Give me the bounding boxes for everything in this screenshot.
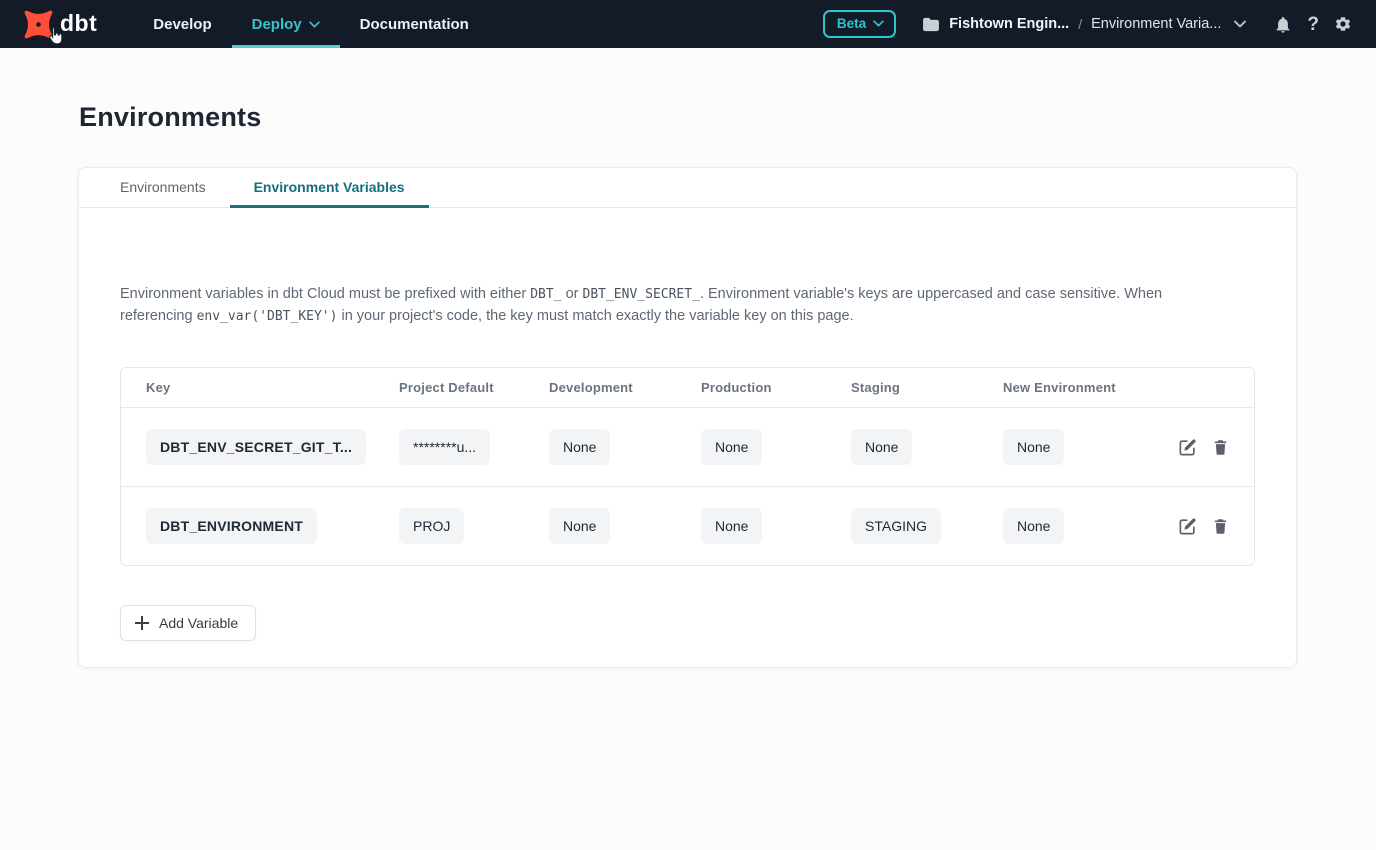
- edit-icon: [1178, 438, 1197, 457]
- settings-button[interactable]: [1334, 15, 1352, 33]
- environments-card: Environments Environment Variables Envir…: [78, 167, 1297, 668]
- tab-environments[interactable]: Environments: [96, 168, 230, 208]
- var-staging-pill: None: [851, 429, 912, 465]
- nav-item-deploy[interactable]: Deploy: [232, 0, 340, 48]
- row-actions: [1178, 517, 1229, 536]
- code-dbt-prefix: DBT_: [530, 287, 561, 302]
- question-icon: ?: [1307, 15, 1319, 34]
- edit-variable-button[interactable]: [1178, 517, 1197, 536]
- row-actions: [1178, 438, 1229, 457]
- trash-icon: [1212, 517, 1229, 535]
- col-header-production: Production: [701, 380, 851, 395]
- tabbar: Environments Environment Variables: [79, 168, 1296, 208]
- code-dbt-env-secret-prefix: DBT_ENV_SECRET_: [583, 287, 700, 302]
- nav-item-label: Develop: [153, 16, 211, 33]
- navbar-icons: ?: [1274, 15, 1352, 34]
- add-variable-label: Add Variable: [159, 615, 238, 631]
- logo-text: dbt: [60, 10, 97, 37]
- add-variable-button[interactable]: Add Variable: [120, 605, 256, 641]
- col-header-development: Development: [549, 380, 701, 395]
- breadcrumb-project[interactable]: Fishtown Engin...: [949, 16, 1069, 32]
- var-project-default-pill: ********u...: [399, 429, 490, 465]
- delete-variable-button[interactable]: [1212, 438, 1229, 456]
- hand-pointer-icon: [48, 26, 64, 46]
- var-key-pill: DBT_ENV_SECRET_GIT_T...: [146, 429, 366, 465]
- delete-variable-button[interactable]: [1212, 517, 1229, 535]
- beta-dropdown[interactable]: Beta: [823, 10, 896, 38]
- folder-icon: [922, 17, 940, 32]
- main-nav: Develop Deploy Documentation: [133, 0, 489, 48]
- help-button[interactable]: ?: [1307, 15, 1319, 34]
- nav-item-documentation[interactable]: Documentation: [340, 0, 489, 48]
- table-row: DBT_ENV_SECRET_GIT_T... ********u... Non…: [121, 407, 1254, 486]
- table-row: DBT_ENVIRONMENT PROJ None None STAGING N…: [121, 486, 1254, 565]
- tab-environment-variables[interactable]: Environment Variables: [230, 168, 429, 208]
- code-env-var: env_var('DBT_KEY'): [197, 309, 338, 324]
- breadcrumb: Fishtown Engin... / Environment Varia...: [922, 16, 1246, 32]
- nav-item-label: Documentation: [360, 16, 469, 33]
- trash-icon: [1212, 438, 1229, 456]
- var-production-pill: None: [701, 508, 762, 544]
- notifications-button[interactable]: [1274, 15, 1292, 34]
- tab-label: Environments: [120, 179, 206, 195]
- card-content: Environment variables in dbt Cloud must …: [79, 208, 1296, 667]
- var-key-pill: DBT_ENVIRONMENT: [146, 508, 317, 544]
- tab-label: Environment Variables: [254, 179, 405, 195]
- chevron-down-icon: [1234, 20, 1246, 28]
- nav-item-label: Deploy: [252, 16, 302, 33]
- nav-item-develop[interactable]: Develop: [133, 0, 231, 48]
- var-project-default-pill: PROJ: [399, 508, 464, 544]
- var-new-environment-pill: None: [1003, 429, 1064, 465]
- top-navbar: dbt Develop Deploy Documentation Beta Fi…: [0, 0, 1376, 48]
- var-production-pill: None: [701, 429, 762, 465]
- dbt-logo[interactable]: dbt: [0, 0, 97, 48]
- col-header-new-environment: New Environment: [1003, 380, 1155, 395]
- table-header-row: Key Project Default Development Producti…: [121, 368, 1254, 407]
- breadcrumb-page[interactable]: Environment Varia...: [1091, 16, 1221, 32]
- var-staging-pill: STAGING: [851, 508, 941, 544]
- var-development-pill: None: [549, 508, 610, 544]
- breadcrumb-separator: /: [1078, 16, 1082, 32]
- plus-icon: [135, 616, 149, 630]
- env-variables-table: Key Project Default Development Producti…: [120, 367, 1255, 566]
- page-title: Environments: [79, 102, 1376, 133]
- col-header-key: Key: [146, 380, 399, 395]
- gear-icon: [1334, 15, 1352, 33]
- description-segment: in your project's code, the key must mat…: [337, 308, 853, 324]
- col-header-project-default: Project Default: [399, 380, 549, 395]
- beta-label: Beta: [837, 16, 866, 31]
- chevron-down-icon: [873, 20, 884, 27]
- edit-variable-button[interactable]: [1178, 438, 1197, 457]
- bell-icon: [1274, 15, 1292, 34]
- var-new-environment-pill: None: [1003, 508, 1064, 544]
- navbar-right: Beta Fishtown Engin... / Environment Var…: [823, 0, 1376, 48]
- edit-icon: [1178, 517, 1197, 536]
- breadcrumb-chevron[interactable]: [1234, 20, 1246, 28]
- description-segment: or: [562, 286, 583, 302]
- chevron-down-icon: [309, 21, 320, 28]
- description-text: Environment variables in dbt Cloud must …: [120, 284, 1165, 327]
- col-header-staging: Staging: [851, 380, 1003, 395]
- description-segment: Environment variables in dbt Cloud must …: [120, 286, 530, 302]
- var-development-pill: None: [549, 429, 610, 465]
